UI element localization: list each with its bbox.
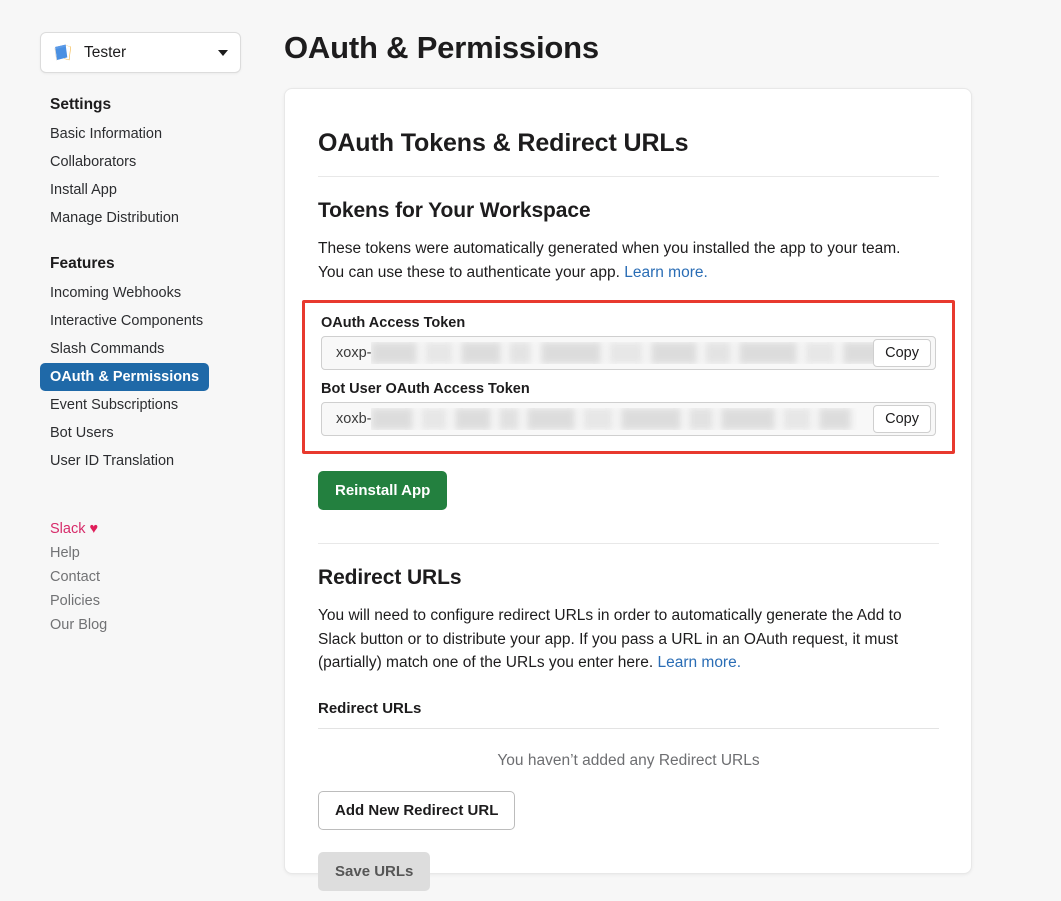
tokens-section-title: Tokens for Your Workspace [318,199,591,222]
sidebar-item-user-id-translation[interactable]: User ID Translation [40,447,284,475]
sidebar-item-incoming-webhooks[interactable]: Incoming Webhooks [40,279,284,307]
redirect-urls-empty-note: You haven’t added any Redirect URLs [497,751,760,769]
sidebar-item-label[interactable]: Interactive Components [40,307,213,335]
redirect-section-divider [318,543,939,544]
add-new-redirect-url-button[interactable]: Add New Redirect URL [318,790,516,830]
sidebar-item-install-app[interactable]: Install App [40,176,284,204]
chevron-down-icon [218,49,228,56]
sidebar-item-basic-information[interactable]: Basic Information [40,120,284,148]
sidebar-item-label[interactable]: Event Subscriptions [40,391,188,419]
bot-user-oauth-access-token-copy-button[interactable]: Copy [873,405,931,433]
bot-user-oauth-access-token-field[interactable]: xoxb- Copy [321,402,936,436]
card-title: OAuth Tokens & Redirect URLs [318,129,689,157]
redirect-urls-sub-label: Redirect URLs [318,699,422,717]
footer-link-help[interactable]: Help [40,541,284,565]
nav-list-settings: Basic Information Collaborators Install … [40,120,284,232]
oauth-access-token-label: OAuth Access Token [321,315,466,331]
footer-link-slack[interactable]: Slack ♥ [40,517,284,541]
oauth-access-token-prefix: xoxp- [336,345,372,361]
sidebar: Tester Settings Basic Information Collab… [0,0,284,901]
redirect-description-line3: (partially) match one of the URLs you en… [318,654,658,671]
sidebar-item-label[interactable]: User ID Translation [40,447,184,475]
sidebar-item-label[interactable]: Manage Distribution [40,204,189,232]
bot-user-oauth-access-token-value-masked[interactable] [371,408,873,430]
sidebar-item-label[interactable]: Basic Information [40,120,172,148]
sidebar-item-label[interactable]: OAuth & Permissions [40,363,210,391]
tokens-learn-more-link[interactable]: Learn more. [624,264,708,281]
bot-user-oauth-access-token-label: Bot User OAuth Access Token [321,381,530,397]
sidebar-item-event-subscriptions[interactable]: Event Subscriptions [40,391,284,419]
sidebar-item-oauth-permissions[interactable]: OAuth & Permissions [40,363,284,391]
oauth-access-token-value-masked[interactable] [371,342,874,364]
tokens-section-description: These tokens were automatically generate… [318,237,918,284]
reinstall-app-button[interactable]: Reinstall App [318,471,448,510]
sidebar-footer-links: Slack ♥ Help Contact Policies Our Blog [40,517,284,637]
sidebar-item-slash-commands[interactable]: Slash Commands [40,335,284,363]
app-book-icon [52,42,74,64]
redirect-learn-more-link[interactable]: Learn more. [657,654,741,671]
redirect-description-line1: You will need to configure redirect URLs… [318,607,902,624]
bot-user-oauth-access-token-prefix: xoxb- [336,411,372,427]
sidebar-item-label[interactable]: Slash Commands [40,335,174,363]
oauth-access-token-field[interactable]: xoxp- Copy [321,336,936,370]
app-root: Tester Settings Basic Information Collab… [0,0,1061,901]
card-title-divider [318,176,939,177]
oauth-card: OAuth Tokens & Redirect URLs Tokens for … [284,88,972,891]
redirect-section-title: Redirect URLs [318,566,462,589]
heart-icon: ♥ [89,521,99,537]
footer-link-label: Slack [50,521,86,537]
sidebar-item-label[interactable]: Collaborators [40,148,146,176]
sidebar-item-manage-distribution[interactable]: Manage Distribution [40,204,284,232]
oauth-access-token-copy-button[interactable]: Copy [873,339,931,367]
tokens-description-line2: You can use these to authenticate your a… [318,263,625,281]
nav-group-title-settings: Settings [50,96,112,113]
page-title: OAuth & Permissions [284,30,599,65]
redirect-section-description: You will need to configure redirect URLs… [318,604,918,675]
nav-group-title-features: Features [50,255,115,272]
sidebar-item-label[interactable]: Bot Users [40,419,124,447]
nav-list-features: Incoming Webhooks Interactive Components… [40,279,284,475]
tokens-highlight-box: OAuth Access Token xoxp- Copy Bot User O… [302,300,955,454]
save-urls-button[interactable]: Save URLs [318,851,431,891]
app-selector-name: Tester [84,43,127,61]
sidebar-item-bot-users[interactable]: Bot Users [40,419,284,447]
redirect-urls-divider [318,727,939,729]
tokens-description-line1: These tokens were automatically generate… [318,240,901,257]
sidebar-item-label[interactable]: Install App [40,176,127,204]
sidebar-item-label[interactable]: Incoming Webhooks [40,279,191,307]
sidebar-item-interactive-components[interactable]: Interactive Components [40,307,284,335]
footer-link-our-blog[interactable]: Our Blog [40,613,284,637]
sidebar-item-collaborators[interactable]: Collaborators [40,148,284,176]
footer-link-contact[interactable]: Contact [40,565,284,589]
app-selector[interactable]: Tester [40,32,241,73]
main-content: OAuth & Permissions OAuth Tokens & Redir… [284,0,1061,901]
footer-link-policies[interactable]: Policies [40,589,284,613]
redirect-description-line2: Slack button or to distribute your app. … [318,630,899,648]
